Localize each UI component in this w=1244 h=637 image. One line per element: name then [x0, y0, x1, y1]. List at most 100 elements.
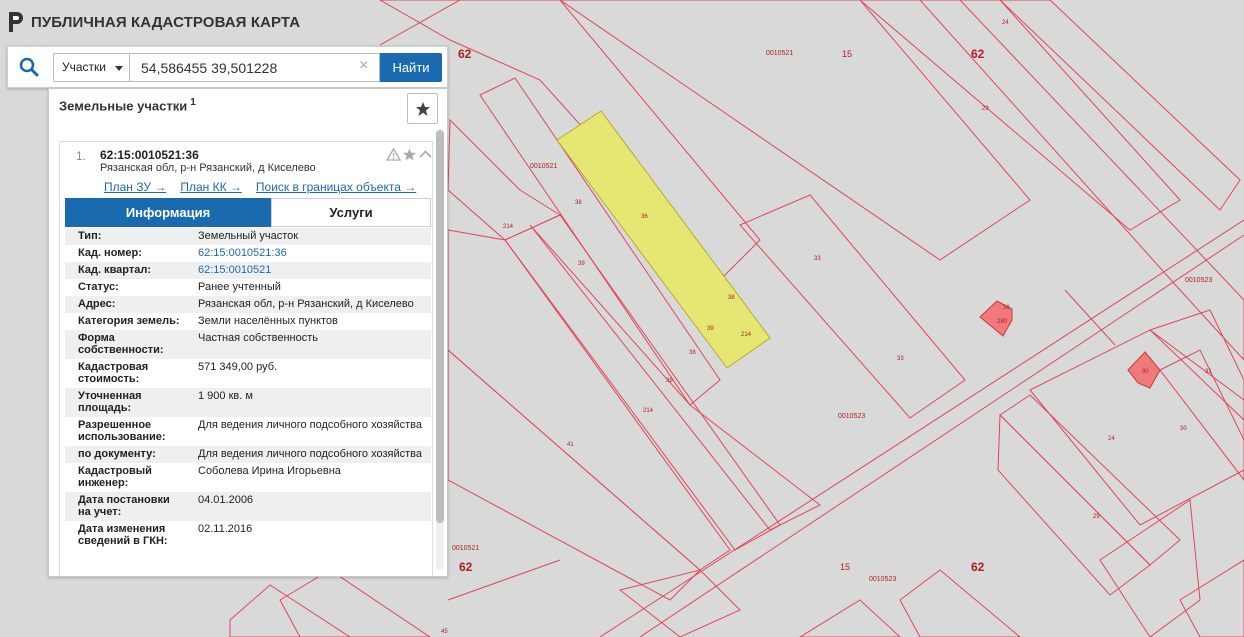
property-row: Статус: Ранее учтенный [65, 279, 431, 296]
property-label: Статус: [78, 281, 119, 293]
properties-table: Тип: Земельный участок Кад. номер: 62:15:00… [65, 228, 431, 550]
zone-label: 62 [971, 560, 985, 574]
parcel-label: 29 [982, 106, 989, 112]
tab-services[interactable]: Услуги [271, 198, 431, 227]
property-label: Кадастровый инженер: [78, 465, 152, 489]
property-value: Частная собственность [198, 332, 319, 344]
property-row: Дата изменения сведений в ГКН: 02.11.2016 [65, 521, 431, 550]
scrollbar-thumb[interactable] [436, 130, 444, 523]
search-input[interactable] [130, 53, 380, 82]
find-button[interactable]: Найти [380, 53, 442, 82]
close-icon[interactable]: × [359, 58, 368, 74]
quarter-label: 0010521 [530, 163, 557, 170]
search-bar: Участки × Найти [7, 46, 448, 88]
parcel-label: 39 [707, 326, 714, 332]
property-label: Дата изменения сведений в ГКН: [78, 523, 168, 547]
parcel-label: 38 [728, 295, 735, 301]
property-value[interactable]: 62:15:0010521:36 [185, 247, 425, 259]
property-value: Соболева Ирина Игорьевна [198, 465, 341, 477]
property-label: Форма собственности: [78, 332, 164, 356]
property-row: Адрес: Рязанская обл, р-н Рязанский, д Ки… [65, 296, 431, 313]
result-index: 1. [76, 149, 87, 163]
chevron-up-icon[interactable] [418, 148, 433, 161]
property-row: Кад. квартал: 62:15:0010521 [65, 262, 431, 279]
warning-icon[interactable] [386, 148, 401, 161]
property-label: Адрес: [78, 298, 116, 310]
result-tabs: Информация Услуги [65, 198, 431, 227]
parcel-label: 36 [1003, 305, 1010, 311]
property-row: Уточненная площадь: 1 900 кв. м [65, 388, 431, 417]
property-value: Земельный участок [198, 230, 299, 242]
property-value: Земли населённых пунктов [198, 315, 338, 327]
plan-zu-link[interactable]: План ЗУ → [104, 180, 166, 194]
zone-label: 62 [458, 47, 472, 61]
property-row: по документу: Для ведения личного подсобн… [65, 446, 431, 463]
search-icon[interactable] [18, 56, 40, 78]
rosreestr-logo-icon [9, 12, 23, 32]
parcel-label: 41 [567, 442, 574, 448]
zone-label: 15 [842, 49, 852, 59]
parcel-label: 36 [641, 214, 648, 220]
quarter-label: 0010521 [452, 545, 479, 552]
search-in-bounds-link[interactable]: Поиск в границах объекта → [256, 180, 416, 194]
property-label: по документу: [78, 448, 156, 460]
parcel-label: 214 [503, 224, 514, 230]
quarter-label: 0010523 [838, 413, 865, 420]
app-title: ПУБЛИЧНАЯ КАДАСТРОВАЯ КАРТА [31, 13, 301, 31]
parcel-label: 38 [575, 200, 582, 206]
parcel-label: 31 [1205, 369, 1212, 375]
result-card: 1. 62:15:0010521:36 Рязанская обл, р-н Р… [59, 141, 433, 576]
property-value: 02.11.2016 [198, 523, 253, 535]
card-actions [386, 148, 433, 161]
panel-title: Земельные участки 1 [59, 97, 196, 113]
app-header: ПУБЛИЧНАЯ КАДАСТРОВАЯ КАРТА [7, 10, 300, 34]
property-value[interactable]: 62:15:0010521 [185, 264, 425, 276]
property-row: Форма собственности: Частная собственност… [65, 330, 431, 359]
property-label: Уточненная площадь: [78, 390, 142, 414]
property-value: Для ведения личного подсобного хозяйства [198, 419, 422, 431]
plan-kk-link[interactable]: План КК → [180, 180, 242, 194]
favorite-button[interactable] [407, 93, 438, 124]
property-value: Для ведения личного подсобного хозяйства [198, 448, 422, 460]
zone-label: 15 [840, 562, 850, 572]
panel-title-text: Земельные участки [59, 98, 188, 114]
parcel-label: 214 [643, 408, 654, 414]
chevron-down-icon [115, 66, 123, 71]
star-icon[interactable] [402, 148, 417, 161]
parcel-label: 30 [1180, 426, 1187, 432]
zone-label: 62 [459, 560, 473, 574]
property-label: Кад. квартал: [78, 264, 152, 276]
property-value: 1 900 кв. м [198, 390, 253, 402]
parcel-label: 39 [578, 261, 585, 267]
result-cad-number[interactable]: 62:15:0010521:36 [100, 148, 199, 162]
property-row: Кадастровая стоимость: 571 349,00 руб. [65, 359, 431, 388]
quarter-label: 0010523 [869, 576, 896, 583]
property-value: Рязанская обл, р-н Рязанский, д Киселево [198, 298, 414, 310]
property-row: Кад. номер: 62:15:0010521:36 [65, 245, 431, 262]
property-value: 04.01.2006 [198, 494, 254, 506]
property-value: 571 349,00 руб. [198, 361, 278, 373]
results-panel: Земельные участки 1 1. 62:15:0010521:36 Р… [48, 88, 448, 577]
parcel-label: 45 [441, 629, 448, 635]
property-row: Тип: Земельный участок [65, 228, 431, 245]
star-icon [415, 101, 430, 116]
result-links: План ЗУ → План КК → Поиск в границах объ… [104, 180, 416, 194]
quarter-label: 0010521 [766, 50, 793, 57]
property-label: Дата постановки на учет: [78, 494, 170, 518]
parcel-label: 24 [1002, 20, 1009, 26]
property-label: Разрешенное использование: [78, 419, 166, 443]
search-type-select[interactable]: Участки [53, 53, 130, 82]
results-count: 1 [190, 97, 196, 108]
property-row: Дата постановки на учет: 04.01.2006 [65, 492, 431, 521]
tab-info[interactable]: Информация [65, 198, 271, 227]
parcel-label: 33 [814, 256, 821, 262]
parcel-label: 29 [1093, 514, 1100, 520]
parcel-label: 280 [997, 319, 1008, 325]
property-row: Категория земель: Земли населённых пункто… [65, 313, 431, 330]
scrollbar[interactable] [436, 130, 444, 570]
property-label: Тип: [78, 230, 102, 242]
quarter-label: 0010523 [1185, 277, 1212, 284]
property-row: Разрешенное использование: Для ведения ли… [65, 417, 431, 446]
parcel-label: 30 [1142, 369, 1149, 375]
parcel-label: 39 [666, 378, 673, 384]
